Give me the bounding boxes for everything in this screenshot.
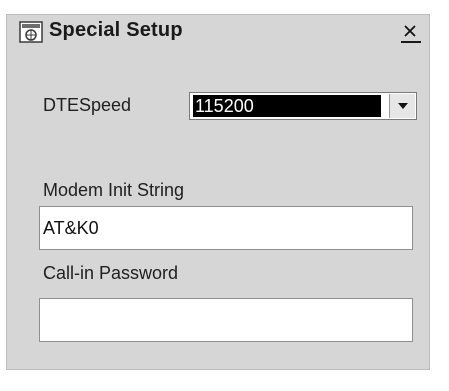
window-title: Special Setup: [49, 19, 183, 41]
dte-speed-label: DTESpeed: [43, 95, 132, 115]
special-setup-dialog: Special Setup DTESpeed 115200 Modem Init…: [6, 14, 430, 370]
app-window-icon: [19, 21, 43, 43]
dte-speed-selected-value: 115200: [193, 95, 381, 117]
dte-speed-select[interactable]: 115200: [189, 92, 417, 120]
close-icon: [404, 25, 416, 37]
modem-init-label: Modem Init String: [43, 180, 185, 200]
call-in-password-field[interactable]: [39, 298, 413, 342]
call-in-password-label: Call-in Password: [43, 263, 179, 283]
title-bar[interactable]: Special Setup: [7, 15, 429, 49]
chevron-down-icon: [397, 103, 408, 109]
close-button[interactable]: [401, 22, 421, 43]
dte-speed-dropdown-button[interactable]: [389, 94, 415, 118]
modem-init-field[interactable]: AT&K0: [39, 206, 413, 250]
